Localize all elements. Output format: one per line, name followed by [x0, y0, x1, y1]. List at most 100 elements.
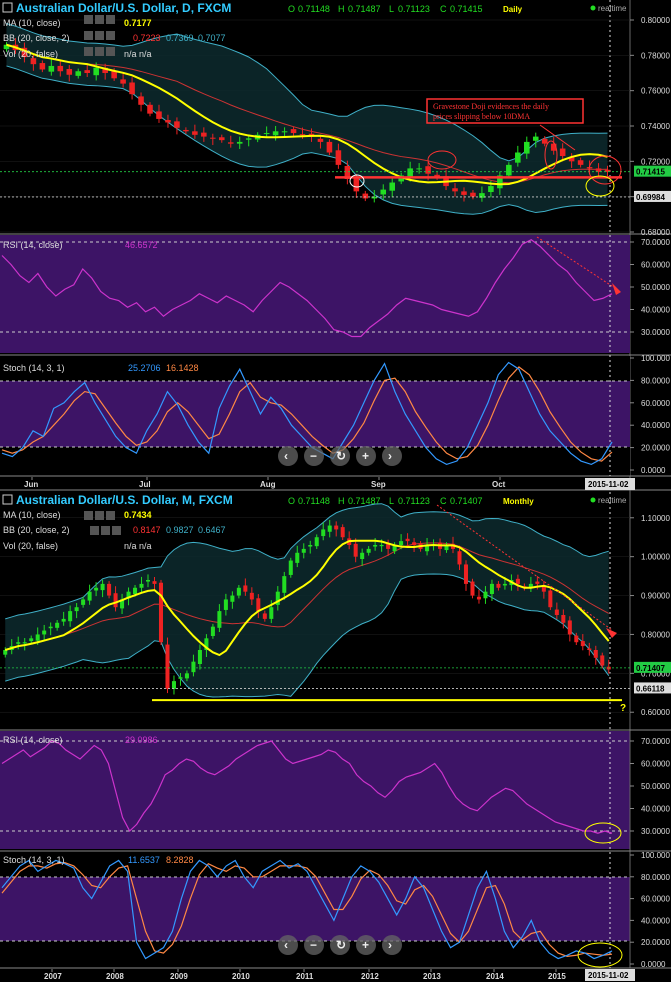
monthly-stoch-label[interactable]: Stoch (14, 3, 1): [3, 855, 65, 865]
candle-body: [42, 630, 47, 635]
chevron-right-icon: ›: [388, 938, 392, 952]
candle-body: [230, 595, 235, 602]
candle-body: [476, 596, 481, 600]
candle-body: [463, 564, 469, 584]
ma-label[interactable]: MA (10, close): [3, 510, 61, 520]
candle-body: [184, 673, 189, 679]
candle-body: [532, 136, 539, 141]
candle-body: [201, 132, 207, 137]
candle-body: [290, 129, 297, 134]
stoch-tick-label: 20.0000: [641, 444, 670, 453]
vol-label[interactable]: Vol (20, false): [3, 541, 58, 551]
rsi-tick-label: 70.0000: [641, 737, 670, 746]
candle-body: [496, 583, 501, 588]
candle-body: [362, 193, 369, 199]
ohlc-o-value: 0.71148: [298, 496, 330, 506]
candle-body: [461, 191, 467, 195]
candle-body: [548, 590, 553, 608]
candle-body: [506, 164, 512, 176]
period-label: Daily: [503, 5, 523, 14]
candle-body: [282, 576, 287, 593]
current-price-tag-text: 0.71407: [636, 664, 665, 673]
chevron-right-button[interactable]: [382, 446, 402, 466]
monthly-rsi-label[interactable]: RSI (14, close): [3, 735, 63, 745]
stoch-tick-label: 60.0000: [641, 399, 670, 408]
candle-body: [165, 120, 171, 123]
daily-stoch-label[interactable]: Stoch (14, 3, 1): [3, 363, 65, 373]
candle-body: [129, 82, 135, 95]
vol-label[interactable]: Vol (20, false): [3, 49, 58, 59]
rsi-tick-label: 50.0000: [641, 782, 670, 791]
monthly-stoch-k-value: 11.6537: [128, 855, 160, 865]
price-tick-label: 0.78000: [641, 51, 670, 60]
candle-body: [523, 141, 530, 154]
gear-icon[interactable]: [101, 526, 110, 535]
eye-icon[interactable]: [84, 47, 93, 56]
time-tick-label: Jun: [24, 480, 38, 489]
eye-icon[interactable]: [90, 526, 99, 535]
candle-body: [133, 587, 138, 594]
gear-icon[interactable]: [95, 31, 104, 40]
eye-icon[interactable]: [84, 31, 93, 40]
stoch-tick-label: 60.0000: [641, 895, 670, 904]
candle-body: [281, 131, 288, 133]
candle-body: [3, 650, 8, 655]
gear-icon[interactable]: [95, 47, 104, 56]
daily-stoch-d-value: 16.1428: [166, 363, 199, 373]
chevron-left-button[interactable]: [278, 446, 298, 466]
time-tick-label: 2012: [361, 972, 379, 981]
gear-icon[interactable]: [95, 15, 104, 24]
candle-body: [81, 599, 86, 605]
candle-body: [326, 141, 333, 153]
chevron-left-button[interactable]: [278, 935, 298, 955]
time-tick-label: 2008: [106, 972, 124, 981]
candle-body: [249, 592, 254, 600]
time-tick-label: 2009: [170, 972, 188, 981]
candle-body: [178, 677, 183, 679]
candle-body: [16, 642, 21, 644]
candle-body: [379, 545, 384, 547]
reset-icon: ↻: [336, 449, 346, 463]
candle-body: [156, 111, 162, 119]
stoch-tick-label: 100.000: [641, 851, 670, 860]
chevron-right-icon: ›: [388, 449, 392, 463]
plus-icon: +: [362, 449, 369, 463]
candle-body: [314, 537, 319, 547]
stoch-tick-label: 40.0000: [641, 421, 670, 430]
candle-body: [567, 620, 572, 635]
candle-body: [39, 63, 46, 70]
daily-rsi-label[interactable]: RSI (14, close): [3, 240, 63, 250]
candle-body: [574, 635, 579, 643]
candle-body: [353, 543, 358, 557]
candle-body: [470, 581, 475, 596]
candle-body: [373, 545, 378, 547]
candle-body: [360, 552, 365, 559]
stoch-tick-label: 0.0000: [641, 466, 666, 475]
ohlc-l-label: L: [389, 496, 394, 506]
candle-body: [107, 583, 112, 596]
bb-label[interactable]: BB (20, close, 2): [3, 525, 70, 535]
time-tick-label: Jul: [139, 480, 151, 489]
ma-label[interactable]: MA (10, close): [3, 18, 61, 28]
eye-icon[interactable]: [84, 511, 93, 520]
gear-icon[interactable]: [95, 511, 104, 520]
candle-body: [217, 611, 222, 628]
candle-body: [515, 152, 521, 163]
realtime-label: realtime: [598, 4, 627, 13]
chevron-right-button[interactable]: [382, 935, 402, 955]
candle-body: [94, 587, 99, 591]
candle-body: [399, 541, 404, 545]
close-icon[interactable]: [112, 526, 121, 535]
eye-icon[interactable]: [84, 15, 93, 24]
candle-body: [559, 148, 566, 157]
bb-value-mid: 0.8147: [133, 525, 161, 535]
close-icon[interactable]: [106, 47, 115, 56]
close-icon[interactable]: [106, 511, 115, 520]
candle-body: [61, 618, 66, 622]
current-price-tag-text: 0.71415: [636, 168, 665, 177]
close-icon[interactable]: [106, 31, 115, 40]
close-icon[interactable]: [106, 15, 115, 24]
candle-body: [29, 638, 34, 642]
bb-label[interactable]: BB (20, close, 2): [3, 33, 70, 43]
candle-body: [120, 79, 126, 84]
